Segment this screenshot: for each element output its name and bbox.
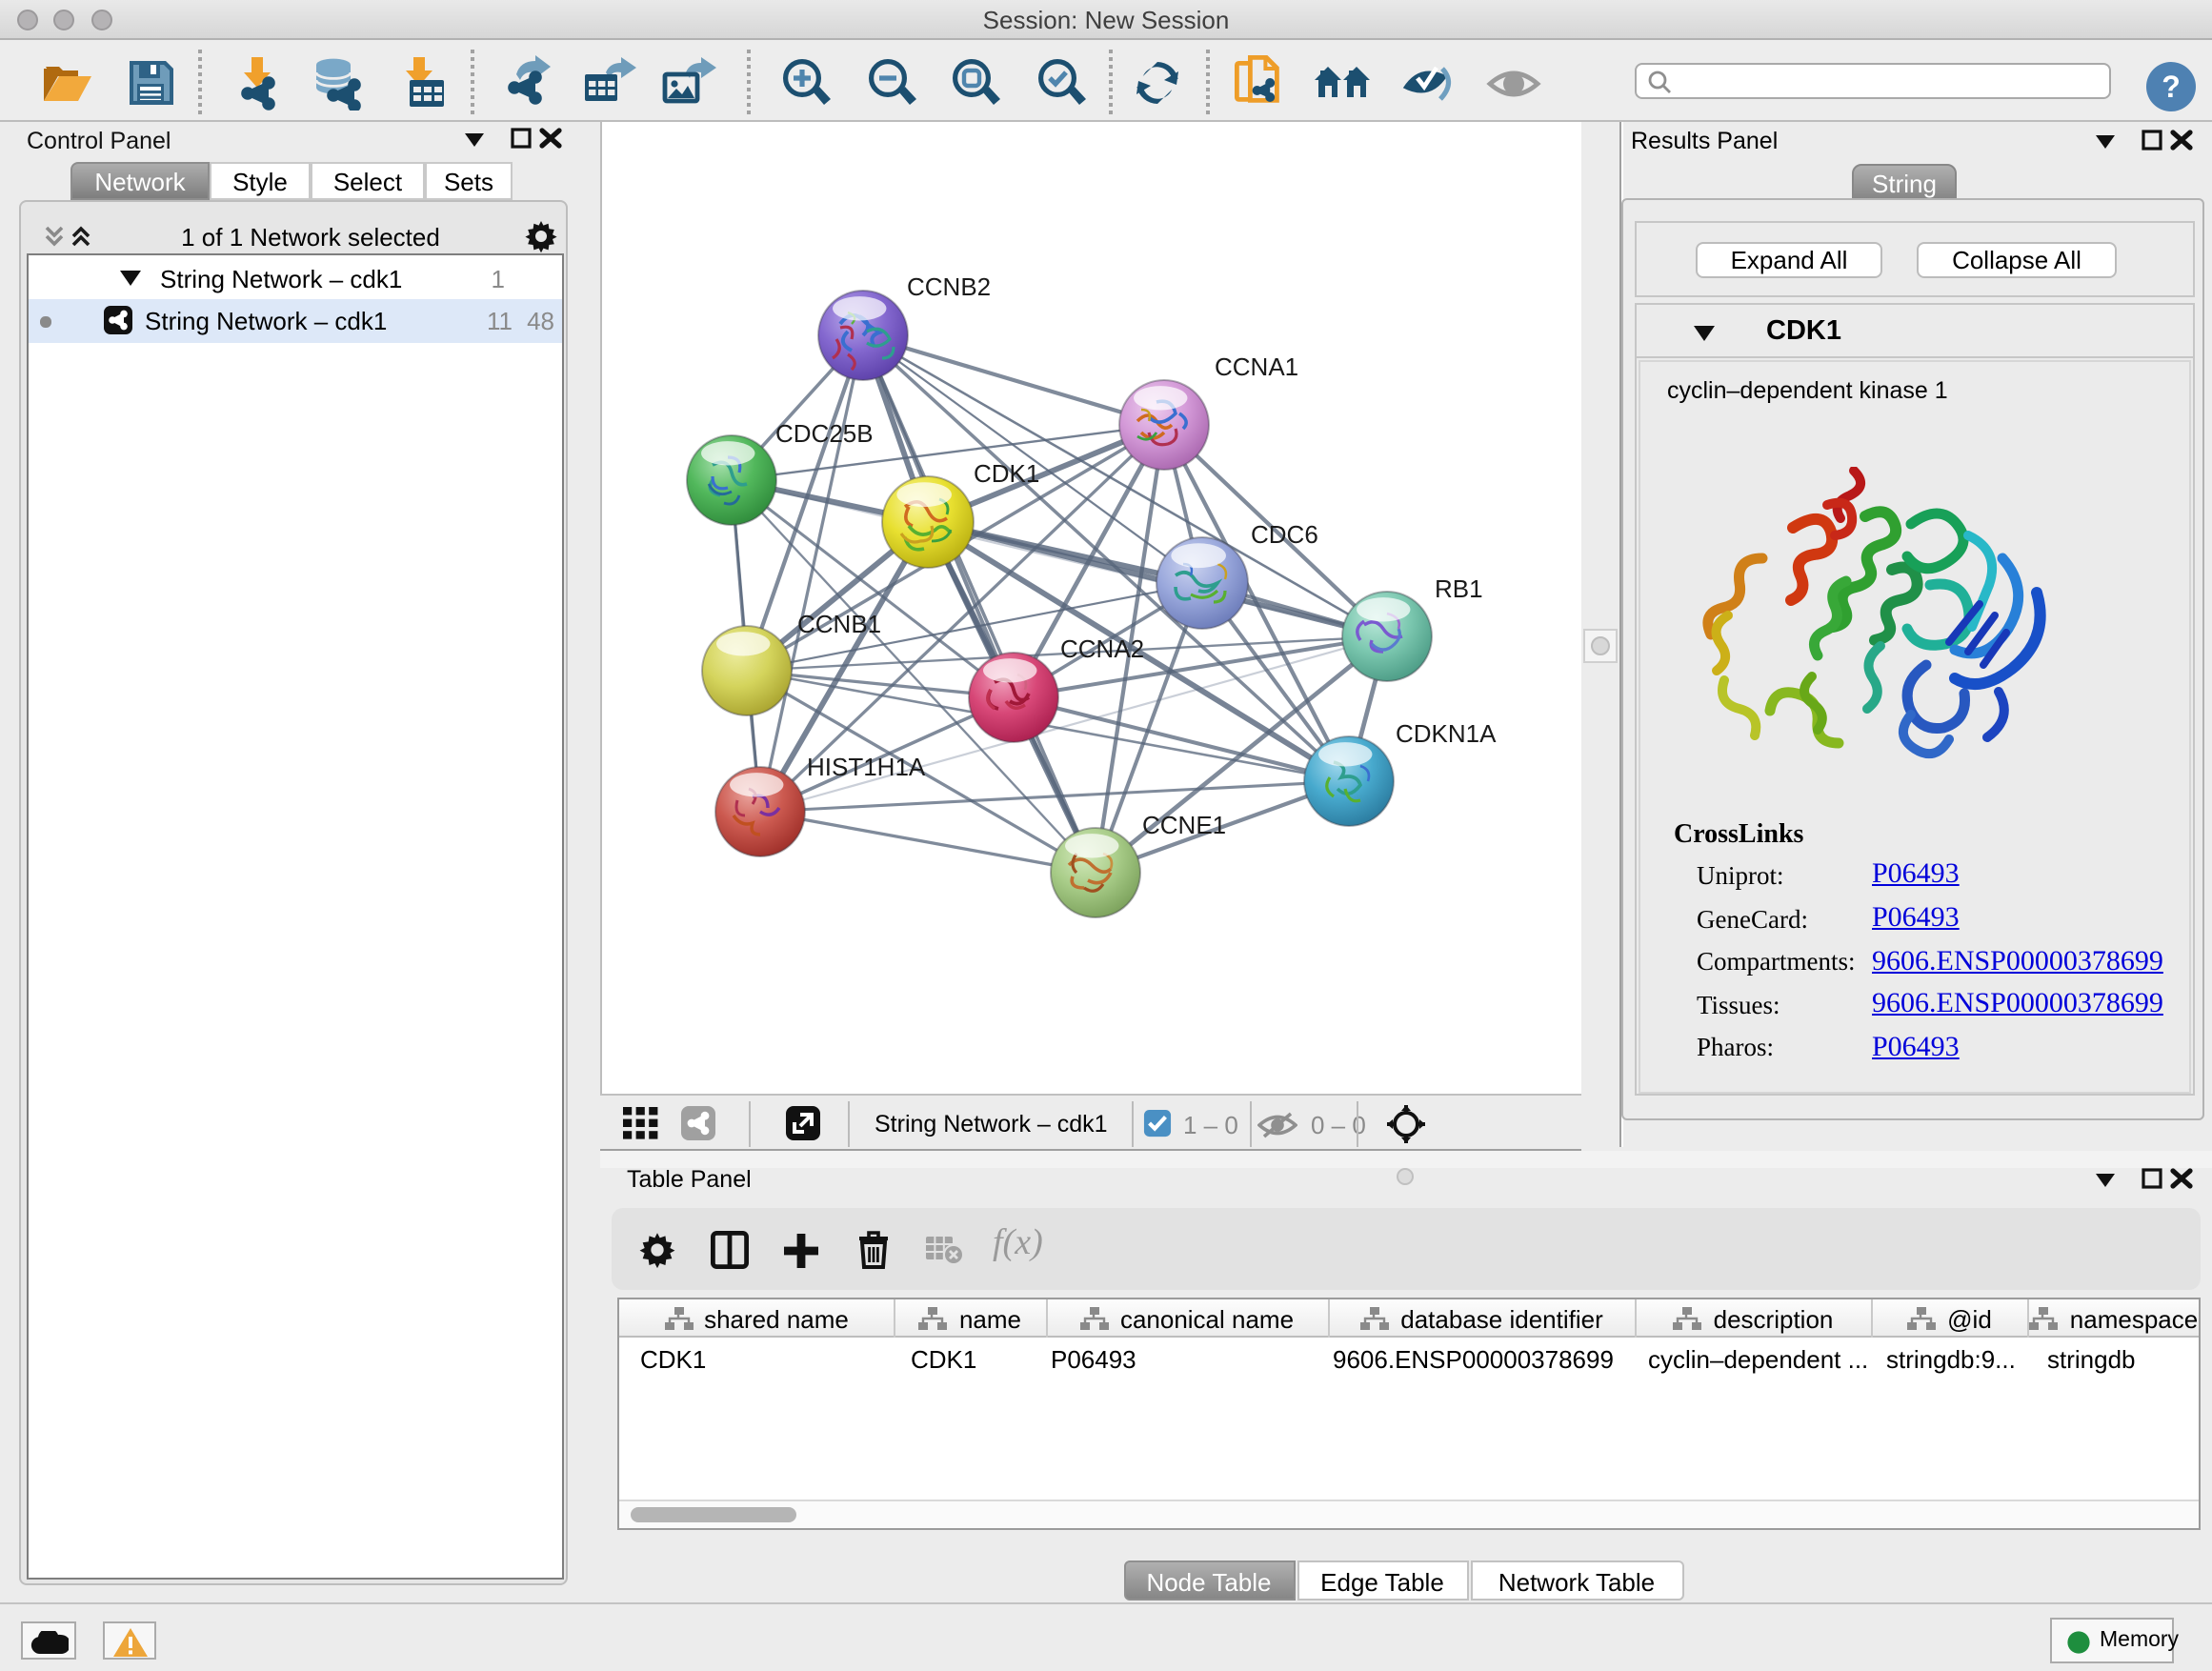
svg-text:CDKN1A: CDKN1A (1396, 719, 1497, 748)
svg-text:CDC6: CDC6 (1251, 520, 1318, 549)
svg-text:HIST1H1A: HIST1H1A (807, 753, 926, 781)
svg-text:CCNA2: CCNA2 (1060, 634, 1144, 663)
svg-text:CCNE1: CCNE1 (1142, 811, 1226, 839)
svg-text:?: ? (2162, 70, 2181, 104)
svg-text:CCNB1: CCNB1 (797, 610, 881, 638)
svg-text:CDC25B: CDC25B (775, 419, 874, 448)
svg-text:RB1: RB1 (1435, 574, 1483, 603)
svg-text:CCNA1: CCNA1 (1215, 352, 1298, 381)
svg-text:CCNB2: CCNB2 (907, 272, 991, 301)
svg-text:CDK1: CDK1 (974, 459, 1039, 488)
